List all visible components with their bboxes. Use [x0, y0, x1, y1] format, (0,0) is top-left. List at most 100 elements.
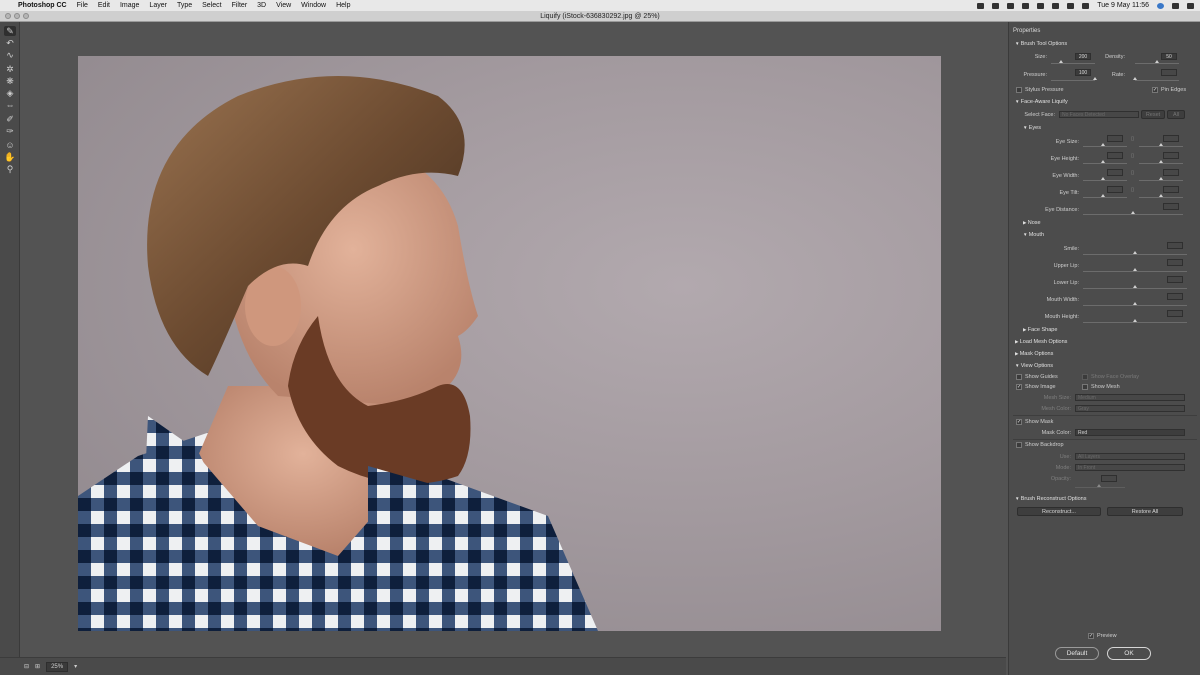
lower-lip-handle[interactable] — [1133, 285, 1137, 288]
rate-slider[interactable] — [1135, 80, 1179, 81]
eye-distance-handle[interactable] — [1131, 211, 1135, 214]
use-dropdown[interactable]: All Layers — [1075, 453, 1185, 460]
eye-width-right-slider[interactable] — [1139, 180, 1183, 181]
link-icon[interactable]: ▯ — [1131, 153, 1134, 159]
zoom-tool-icon[interactable]: ⚲ — [4, 164, 16, 174]
show-face-overlay-checkbox[interactable] — [1082, 374, 1088, 380]
wifi-icon[interactable] — [1037, 2, 1045, 9]
zoom-level[interactable]: 25% — [46, 661, 69, 672]
section-load-mesh-options[interactable]: Load Mesh Options — [1015, 339, 1068, 345]
pressure-input[interactable]: 100 — [1075, 69, 1091, 76]
menu-file[interactable]: File — [77, 2, 88, 9]
mouth-width-handle[interactable] — [1133, 302, 1137, 305]
pressure-slider[interactable] — [1051, 80, 1095, 81]
mouth-height-slider[interactable] — [1083, 322, 1187, 323]
show-image-checkbox[interactable]: ✓ — [1016, 384, 1022, 390]
eye-size-left-input[interactable] — [1107, 135, 1123, 142]
preview-checkbox[interactable]: ✓ — [1088, 633, 1094, 639]
eye-width-left-input[interactable] — [1107, 169, 1123, 176]
pucker-tool-icon[interactable]: ❋ — [4, 76, 16, 86]
eye-height-left-input[interactable] — [1107, 152, 1123, 159]
menu-type[interactable]: Type — [177, 2, 192, 9]
clock[interactable]: Tue 9 May 11:56 — [1097, 2, 1149, 9]
section-brush-tool-options[interactable]: Brush Tool Options — [1015, 41, 1067, 47]
mode-dropdown[interactable]: In Front — [1075, 464, 1185, 471]
density-input[interactable]: 50 — [1161, 53, 1177, 60]
menu-3d[interactable]: 3D — [257, 2, 266, 9]
upper-lip-input[interactable] — [1167, 259, 1183, 266]
eye-tilt-right-handle[interactable] — [1159, 194, 1163, 197]
mouth-height-input[interactable] — [1167, 310, 1183, 317]
density-slider-handle[interactable] — [1155, 60, 1159, 63]
section-mouth[interactable]: Mouth — [1023, 232, 1044, 238]
opacity-input[interactable] — [1101, 475, 1117, 482]
smile-handle[interactable] — [1133, 251, 1137, 254]
menu-filter[interactable]: Filter — [232, 2, 248, 9]
pin-edges-checkbox[interactable]: ✓ — [1152, 87, 1158, 93]
eye-height-right-slider[interactable] — [1139, 163, 1183, 164]
lower-lip-slider[interactable] — [1083, 288, 1187, 289]
siri-icon[interactable] — [1157, 2, 1164, 9]
smile-slider[interactable] — [1083, 254, 1187, 255]
rate-input[interactable] — [1161, 69, 1177, 76]
show-backdrop-checkbox[interactable] — [1016, 442, 1022, 448]
eye-height-right-input[interactable] — [1163, 152, 1179, 159]
menu-edit[interactable]: Edit — [98, 2, 110, 9]
battery-icon[interactable] — [1067, 2, 1075, 9]
flag-icon[interactable] — [1082, 2, 1090, 9]
mouth-height-handle[interactable] — [1133, 319, 1137, 322]
density-slider[interactable] — [1135, 63, 1179, 64]
opacity-handle[interactable] — [1097, 484, 1101, 487]
eye-width-right-handle[interactable] — [1159, 177, 1163, 180]
eye-size-right-slider[interactable] — [1139, 146, 1183, 147]
app-icon[interactable] — [1022, 2, 1030, 9]
menu-layer[interactable]: Layer — [149, 2, 167, 9]
eye-width-left-handle[interactable] — [1101, 177, 1105, 180]
creative-cloud-icon[interactable] — [992, 2, 1000, 9]
face-tool-icon[interactable]: ☺ — [4, 140, 16, 150]
restore-all-button[interactable]: Restore All — [1107, 507, 1183, 516]
menu-view[interactable]: View — [276, 2, 291, 9]
eye-distance-slider[interactable] — [1083, 214, 1183, 215]
show-mesh-checkbox[interactable] — [1082, 384, 1088, 390]
menu-image[interactable]: Image — [120, 2, 139, 9]
eye-size-left-slider[interactable] — [1083, 146, 1127, 147]
reconstruct-button[interactable]: Reconstruct... — [1017, 507, 1101, 516]
eye-size-left-handle[interactable] — [1101, 143, 1105, 146]
zoom-in-icon[interactable]: ⊞ — [35, 663, 40, 670]
thaw-mask-tool-icon[interactable]: ✑ — [4, 126, 16, 136]
section-brush-reconstruct-options[interactable]: Brush Reconstruct Options — [1015, 496, 1087, 502]
eye-tilt-left-input[interactable] — [1107, 186, 1123, 193]
eye-tilt-left-handle[interactable] — [1101, 194, 1105, 197]
section-face-aware-liquify[interactable]: Face-Aware Liquify — [1015, 99, 1068, 105]
size-slider[interactable] — [1051, 63, 1095, 64]
image-preview[interactable] — [78, 56, 941, 631]
close-window-icon[interactable] — [5, 13, 11, 19]
ok-button[interactable]: OK — [1107, 647, 1151, 660]
show-guides-checkbox[interactable] — [1016, 374, 1022, 380]
mask-color-dropdown[interactable]: Red — [1075, 429, 1185, 436]
zoom-dropdown-icon[interactable]: ▾ — [74, 663, 77, 670]
show-mask-checkbox[interactable]: ✓ — [1016, 419, 1022, 425]
mouth-width-input[interactable] — [1167, 293, 1183, 300]
mesh-color-dropdown[interactable]: Gray — [1075, 405, 1185, 412]
eye-width-left-slider[interactable] — [1083, 180, 1127, 181]
link-icon[interactable]: ▯ — [1131, 187, 1134, 193]
menu-help[interactable]: Help — [336, 2, 350, 9]
menu-app-name[interactable]: Photoshop CC — [18, 2, 67, 9]
eye-tilt-right-slider[interactable] — [1139, 197, 1183, 198]
eye-size-right-handle[interactable] — [1159, 143, 1163, 146]
zoom-out-icon[interactable]: ⊟ — [24, 663, 29, 670]
notification-center-icon[interactable] — [1187, 2, 1194, 9]
mouth-width-slider[interactable] — [1083, 305, 1187, 306]
twirl-clockwise-tool-icon[interactable]: ✲ — [4, 64, 16, 74]
zoom-window-icon[interactable] — [23, 13, 29, 19]
freeze-mask-tool-icon[interactable]: ✐ — [4, 114, 16, 124]
menu-window[interactable]: Window — [301, 2, 326, 9]
rate-slider-handle[interactable] — [1133, 77, 1137, 80]
lower-lip-input[interactable] — [1167, 276, 1183, 283]
opacity-slider[interactable] — [1075, 487, 1125, 488]
upper-lip-handle[interactable] — [1133, 268, 1137, 271]
section-eyes[interactable]: Eyes — [1023, 125, 1041, 131]
size-slider-handle[interactable] — [1059, 60, 1063, 63]
